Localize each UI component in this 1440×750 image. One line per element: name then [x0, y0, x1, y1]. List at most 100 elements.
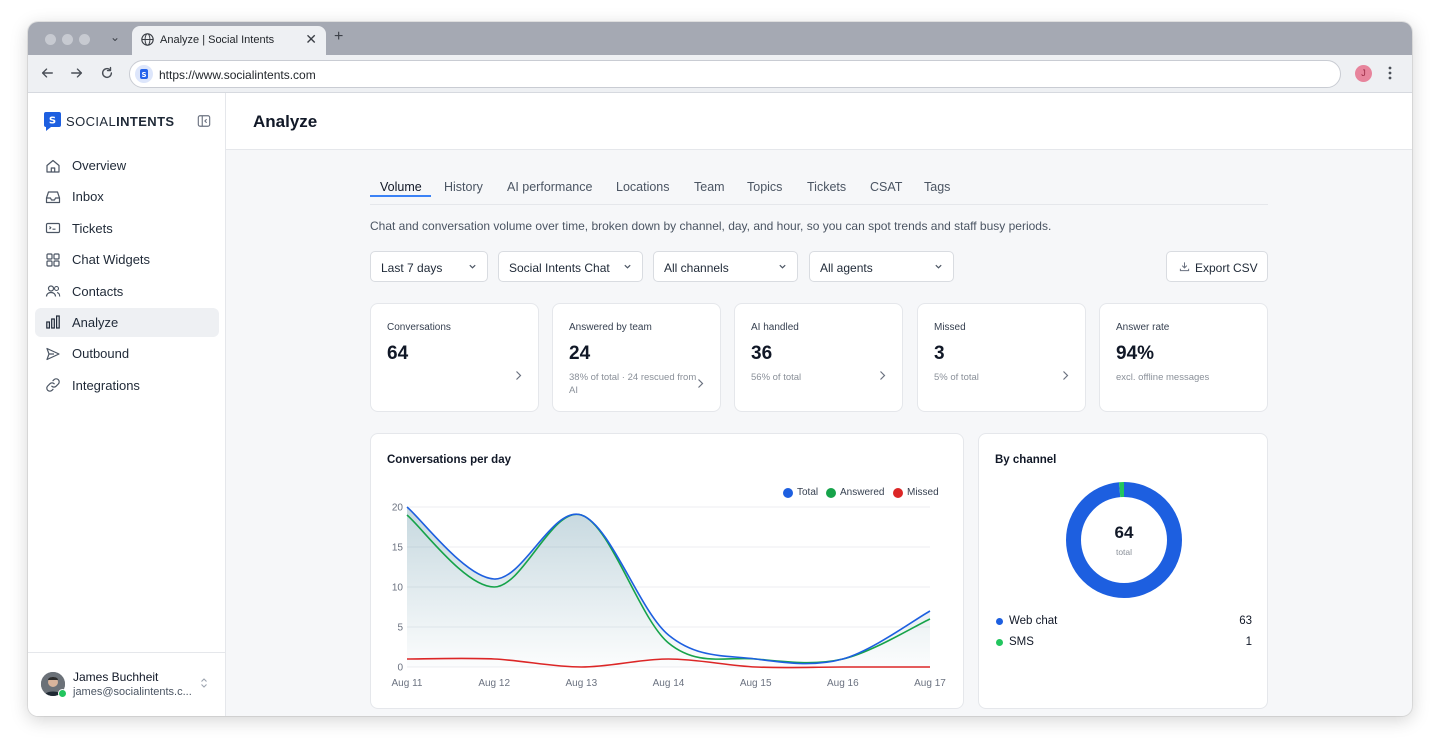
sidebar-item-chat-widgets[interactable]: Chat Widgets [35, 245, 219, 274]
tab-csat[interactable]: CSAT [870, 180, 902, 194]
link-icon [46, 378, 60, 393]
send-icon [46, 347, 60, 360]
sidebar-item-analyze[interactable]: Analyze [35, 307, 219, 337]
tab-search-chevron-icon[interactable]: ⌄ [110, 30, 120, 44]
back-arrow-icon[interactable] [40, 66, 54, 80]
main-content: Analyze Volume History AI performance Lo… [226, 93, 1412, 716]
logo-word-intents: INTENTS [116, 114, 175, 129]
browser-window: ⌄ Analyze | Social Intents ✕ + S https:/… [28, 22, 1412, 716]
tab-history[interactable]: History [444, 180, 483, 194]
sidebar-item-tickets[interactable]: Tickets [35, 214, 219, 243]
online-status-badge [58, 689, 67, 698]
address-bar[interactable]: S https://www.socialintents.com [129, 60, 1341, 88]
stat-label: Conversations [387, 322, 451, 333]
logo-word-social: SOCIAL [66, 114, 117, 129]
x-tick-label: Aug 14 [653, 678, 685, 689]
stat-value: 3 [934, 343, 945, 364]
donut-center-label: total [1115, 547, 1133, 557]
browser-tab-strip: ⌄ Analyze | Social Intents ✕ + [28, 22, 1412, 55]
users-icon [45, 285, 61, 297]
sidebar-item-contacts[interactable]: Contacts [35, 277, 219, 306]
stat-card-ai-handled[interactable]: AI handled 36 56% of total [734, 303, 903, 412]
tab-tickets[interactable]: Tickets [807, 180, 846, 194]
sidebar-item-label: Analyze [72, 314, 119, 330]
window-maximize-control[interactable] [79, 34, 90, 45]
channel-swatch [996, 639, 1003, 646]
sidebar-item-integrations[interactable]: Integrations [35, 371, 219, 400]
x-tick-label: Aug 12 [478, 678, 510, 689]
export-csv-button[interactable]: Export CSV [1166, 251, 1268, 282]
channel-value: 63 [1239, 615, 1252, 627]
legend-label: Total [797, 487, 819, 498]
forward-arrow-icon[interactable] [70, 66, 84, 80]
sidebar-item-outbound[interactable]: Outbound [35, 339, 219, 368]
tab-team[interactable]: Team [694, 180, 725, 194]
tab-volume[interactable]: Volume [380, 180, 422, 194]
tab-locations[interactable]: Locations [616, 180, 670, 194]
chevron-up-down-icon[interactable] [200, 677, 208, 689]
browser-tab-active[interactable]: Analyze | Social Intents ✕ [132, 26, 326, 55]
sidebar-item-inbox[interactable]: Inbox [35, 182, 219, 211]
profile-avatar[interactable]: J [1355, 65, 1372, 82]
legend-swatch [783, 487, 793, 498]
sidebar-nav: Overview Inbox Tickets Chat Widgets Cont… [35, 151, 219, 402]
sidebar-item-overview[interactable]: Overview [35, 151, 219, 180]
stat-subtext: 5% of total [934, 372, 979, 383]
tab-ai-performance[interactable]: AI performance [507, 180, 592, 194]
window-minimize-control[interactable] [62, 34, 73, 45]
stat-value: 94% [1116, 343, 1155, 364]
x-tick-label: Aug 11 [392, 678, 423, 689]
browser-toolbar: S https://www.socialintents.com J [28, 55, 1412, 93]
sidebar-item-label: Chat Widgets [72, 252, 151, 268]
window-close-control[interactable] [45, 34, 56, 45]
inbox-icon [45, 191, 61, 203]
stat-card-answered-by-team[interactable]: Answered by team 24 38% of total · 24 re… [552, 303, 721, 412]
y-tick-label: 0 [397, 663, 403, 674]
stat-card-answer-rate: Answer rate 94% excl. offline messages [1099, 303, 1268, 412]
widget-select[interactable]: Social Intents Chat [498, 251, 643, 282]
legend-label: Missed [907, 487, 939, 498]
sidebar-item-label: Integrations [72, 377, 140, 393]
sidebar: S SOCIALINTENTS Overview Inbox Tickets C… [28, 93, 226, 716]
stat-value: 24 [569, 343, 591, 364]
user-menu[interactable]: James Buchheit james@socialintents.c... [28, 652, 226, 716]
page-header: Analyze [226, 93, 1412, 150]
site-info-icon[interactable]: S [135, 65, 153, 83]
active-tab-indicator [370, 195, 431, 197]
legend-swatch [893, 487, 903, 498]
x-tick-label: Aug 16 [827, 678, 859, 689]
y-tick-label: 10 [392, 583, 404, 594]
chevron-right-icon [698, 379, 704, 388]
legend-label: Answered [840, 487, 885, 498]
stat-card-conversations[interactable]: Conversations 64 [370, 303, 539, 412]
legend-total: Total [783, 487, 818, 498]
by-channel-card: By channel 64 total Web chat 63 SMS 1 [978, 433, 1268, 709]
svg-text:S: S [141, 71, 146, 79]
channel-select[interactable]: All channels [653, 251, 798, 282]
analyze-tabs: Volume History AI performance Locations … [370, 173, 1268, 205]
social-intents-logo[interactable]: S SOCIALINTENTS [43, 111, 175, 132]
bar-chart-icon [46, 315, 60, 330]
close-tab-icon[interactable]: ✕ [305, 31, 317, 48]
channel-swatch [996, 618, 1003, 625]
new-tab-icon[interactable]: + [334, 28, 343, 46]
agent-select[interactable]: All agents [809, 251, 954, 282]
reload-icon[interactable] [100, 66, 114, 80]
agent-value: All agents [820, 261, 873, 275]
chevron-right-icon [1063, 371, 1069, 380]
logo-mark-icon: S [44, 112, 61, 131]
stat-card-missed[interactable]: Missed 3 5% of total [917, 303, 1086, 412]
stat-subtext: 56% of total [751, 372, 802, 383]
legend-answered: Answered [826, 487, 884, 498]
stat-value: 64 [387, 343, 409, 364]
tab-tags[interactable]: Tags [924, 180, 950, 194]
logo-wordmark: SOCIALINTENTS [66, 114, 175, 129]
y-tick-label: 5 [397, 623, 403, 634]
date-range-select[interactable]: Last 7 days [370, 251, 488, 282]
stat-value: 36 [751, 343, 773, 364]
more-options-icon[interactable] [1388, 66, 1392, 80]
chevron-right-icon [880, 371, 886, 380]
tab-topics[interactable]: Topics [747, 180, 782, 194]
user-name: James Buchheit [73, 670, 159, 684]
sidebar-collapse-icon[interactable] [197, 114, 211, 128]
